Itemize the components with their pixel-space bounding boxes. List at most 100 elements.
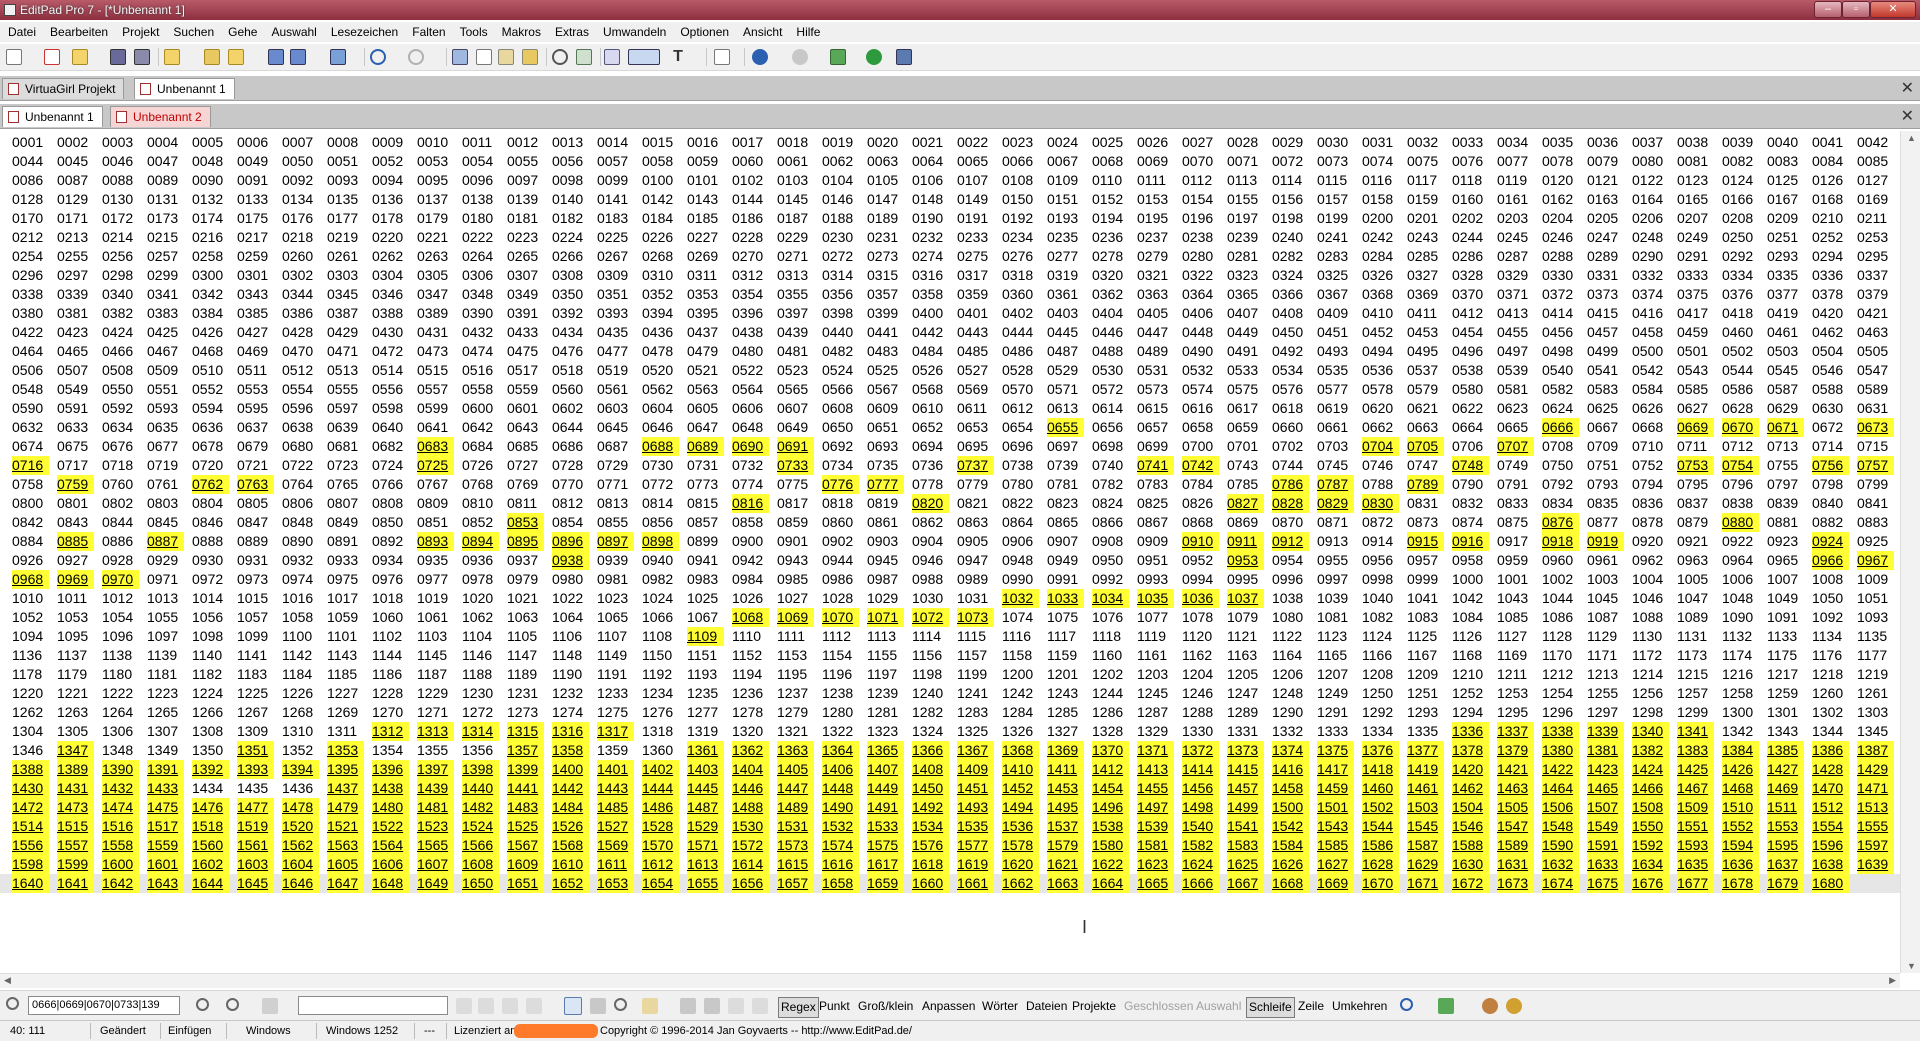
clip-collection-icon[interactable] xyxy=(830,49,846,65)
replace-next-icon[interactable] xyxy=(478,998,494,1014)
status-insert-mode[interactable]: Einfügen xyxy=(168,1025,211,1037)
option-umkehren[interactable]: Umkehren xyxy=(1330,997,1389,1016)
highlight-matches-icon[interactable] xyxy=(564,997,582,1015)
close-file-tab-icon[interactable]: ✕ xyxy=(1901,106,1914,126)
back-icon[interactable] xyxy=(752,49,768,65)
print-icon[interactable] xyxy=(268,49,284,65)
text-line[interactable]: 0170 0171 0172 0173 0174 0175 0176 0177 0178 0179… xyxy=(12,209,1900,228)
menu-falten[interactable]: Falten xyxy=(404,22,451,39)
find-previous-icon[interactable] xyxy=(226,998,239,1011)
replace-icon[interactable] xyxy=(576,49,592,65)
text-line[interactable]: 0086 0087 0088 0089 0090 0091 0092 0093 0094 0095… xyxy=(12,171,1900,190)
clear-icon[interactable] xyxy=(728,998,744,1014)
file-tab-unbenannt-2[interactable]: Unbenannt 2 xyxy=(110,106,211,127)
replace-icon[interactable] xyxy=(456,998,472,1014)
text-line[interactable]: 0968 0969 0970 0971 0972 0973 0974 0975 0976 0977… xyxy=(12,570,1900,589)
option-woerter[interactable]: Wörter xyxy=(980,997,1020,1016)
search-mode-icon[interactable] xyxy=(1438,998,1454,1014)
project-open-icon[interactable] xyxy=(164,49,180,65)
scroll-right-icon[interactable]: ▶ xyxy=(1889,975,1896,986)
text-line[interactable]: 0506 0507 0508 0509 0510 0511 0512 0513 0514 0515… xyxy=(12,361,1900,380)
menu-ansicht[interactable]: Ansicht xyxy=(735,22,788,39)
text-line[interactable]: 0926 0927 0928 0929 0930 0931 0932 0933 0934 0935… xyxy=(12,551,1900,570)
mark-icon[interactable] xyxy=(642,998,658,1014)
project-save-icon[interactable] xyxy=(204,49,220,65)
new-file-icon[interactable] xyxy=(6,49,22,65)
copy-icon[interactable] xyxy=(476,49,492,65)
text-line[interactable]: 0380 0381 0382 0383 0384 0385 0386 0387 0388 0389… xyxy=(12,304,1900,323)
replace-all-icon[interactable] xyxy=(502,998,518,1014)
text-line[interactable]: 1472 1473 1474 1475 1476 1477 1478 1479 1480 1481… xyxy=(12,798,1900,817)
save-icon[interactable] xyxy=(110,49,126,65)
replace-input[interactable] xyxy=(298,996,448,1015)
history-icon[interactable] xyxy=(680,998,696,1014)
file-tab-unbenannt-1[interactable]: Unbenannt 1 xyxy=(2,106,103,127)
text-line[interactable]: 0001 0002 0003 0004 0005 0006 0007 0008 0009 0010… xyxy=(12,133,1900,152)
print-preview-icon[interactable] xyxy=(290,49,306,65)
text-line[interactable]: 0212 0213 0214 0215 0216 0217 0218 0219 0220 0221… xyxy=(12,228,1900,247)
export-icon[interactable] xyxy=(330,49,346,65)
menu-projekt[interactable]: Projekt xyxy=(114,22,165,39)
search-history-icon[interactable] xyxy=(1400,998,1413,1011)
text-line[interactable]: 0128 0129 0130 0131 0132 0133 0134 0135 0136 0137… xyxy=(12,190,1900,209)
tools-icon[interactable] xyxy=(896,49,912,65)
text-line[interactable]: 1010 1011 1012 1013 1014 1015 1016 1017 1018 1019… xyxy=(12,589,1900,608)
option-gross-klein[interactable]: Groß/klein xyxy=(856,997,915,1016)
text-line[interactable]: 0548 0549 0550 0551 0552 0553 0554 0555 0556 0557… xyxy=(12,380,1900,399)
text-line[interactable]: 0632 0633 0634 0635 0636 0637 0638 0639 0640 0641… xyxy=(12,418,1900,437)
text-line[interactable]: 1262 1263 1264 1265 1266 1267 1268 1269 1270 1271… xyxy=(12,703,1900,722)
undo-icon[interactable] xyxy=(370,49,386,65)
menu-makros[interactable]: Makros xyxy=(494,22,547,39)
text-line[interactable]: 0842 0843 0844 0845 0846 0847 0848 0849 0850 0851… xyxy=(12,513,1900,532)
text-line[interactable]: 1640 1641 1642 1643 1644 1645 1646 1647 1648 1649… xyxy=(0,874,1900,893)
text-line[interactable]: 0674 0675 0676 0677 0678 0679 0680 0681 0682 0683… xyxy=(12,437,1900,456)
close-project-icon[interactable]: ✕ xyxy=(1901,78,1914,98)
menu-gehe[interactable]: Gehe xyxy=(220,22,263,39)
scroll-down-icon[interactable]: ▼ xyxy=(1907,961,1916,971)
horizontal-scrollbar[interactable]: ◀ ▶ xyxy=(0,973,1900,988)
menu-lesezeichen[interactable]: Lesezeichen xyxy=(323,22,404,39)
spider-icon[interactable] xyxy=(1482,998,1498,1014)
word-wrap-icon[interactable] xyxy=(628,49,660,65)
option-punkt[interactable]: Punkt xyxy=(817,997,852,1016)
menu-datei[interactable]: Datei xyxy=(0,22,42,39)
search-icon[interactable] xyxy=(6,997,19,1010)
option-zeile[interactable]: Zeile xyxy=(1296,997,1326,1016)
zoom-icon[interactable] xyxy=(614,998,627,1011)
find-all-icon[interactable] xyxy=(262,998,278,1014)
text-line[interactable]: 1346 1347 1348 1349 1350 1351 1352 1353 1354 1355… xyxy=(12,741,1900,760)
fold-icon[interactable] xyxy=(590,998,606,1014)
text-line[interactable]: 0800 0801 0802 0803 0804 0805 0806 0807 0808 0809… xyxy=(12,494,1900,513)
text-line[interactable]: 1052 1053 1054 1055 1056 1057 1058 1059 1060 1061… xyxy=(12,608,1900,627)
text-line[interactable]: 1304 1305 1306 1307 1308 1309 1310 1311 1312 1313… xyxy=(12,722,1900,741)
text-editor[interactable]: 0001 0002 0003 0004 0005 0006 0007 0008 0009 0010… xyxy=(0,131,1900,973)
status-encoding[interactable]: Windows 1252 xyxy=(326,1025,398,1037)
file-options-icon[interactable] xyxy=(714,49,730,65)
text-line[interactable]: 0338 0339 0340 0341 0342 0343 0344 0345 0346 0347… xyxy=(12,285,1900,304)
menu-tools[interactable]: Tools xyxy=(452,22,494,39)
text-line[interactable]: 0464 0465 0466 0467 0468 0469 0470 0471 0472 0473… xyxy=(12,342,1900,361)
menu-hilfe[interactable]: Hilfe xyxy=(788,22,826,39)
text-line[interactable]: 1220 1221 1222 1223 1224 1225 1226 1227 1228 1229… xyxy=(12,684,1900,703)
menu-auswahl[interactable]: Auswahl xyxy=(263,22,322,39)
open-folder-icon[interactable] xyxy=(72,49,88,65)
text-line[interactable]: 0254 0255 0256 0257 0258 0259 0260 0261 0262 0263… xyxy=(12,247,1900,266)
minimize-button[interactable]: – xyxy=(1814,1,1842,18)
font-icon[interactable]: T xyxy=(670,49,686,65)
redo-icon[interactable] xyxy=(408,49,424,65)
scroll-up-icon[interactable]: ▲ xyxy=(1907,133,1916,143)
option-anpassen[interactable]: Anpassen xyxy=(920,997,977,1016)
menu-extras[interactable]: Extras xyxy=(547,22,595,39)
feather-icon[interactable] xyxy=(1506,998,1522,1014)
find-next-icon[interactable] xyxy=(196,998,209,1011)
text-line[interactable]: 0422 0423 0424 0425 0426 0427 0428 0429 0430 0431… xyxy=(12,323,1900,342)
menu-umwandeln[interactable]: Umwandeln xyxy=(595,22,672,39)
project-tab-unbenannt-1[interactable]: Unbenannt 1 xyxy=(134,78,235,99)
indent-icon[interactable] xyxy=(604,49,620,65)
close-button[interactable]: ✕ xyxy=(1870,1,1916,18)
replace-options-icon[interactable] xyxy=(526,998,542,1014)
search-icon[interactable] xyxy=(552,49,568,65)
option-dateien[interactable]: Dateien xyxy=(1024,997,1069,1016)
save-all-icon[interactable] xyxy=(134,49,150,65)
refresh-icon[interactable] xyxy=(866,49,882,65)
